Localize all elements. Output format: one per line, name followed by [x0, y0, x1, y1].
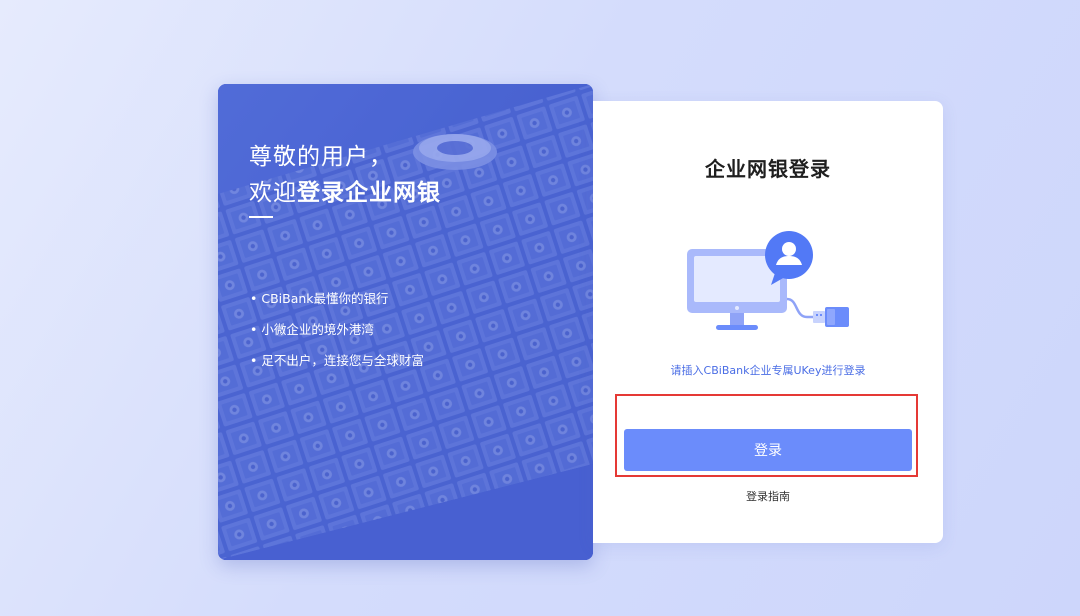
hero-divider [249, 216, 273, 218]
login-button[interactable]: 登录 [624, 429, 912, 471]
hero-greeting: 尊敬的用户， 欢迎登录企业网银 [249, 139, 441, 211]
monitor-ukey-icon [687, 231, 849, 330]
greeting-line1: 尊敬的用户， [249, 144, 393, 170]
login-guide: 登录指南 [593, 488, 943, 504]
hero-bullet: 足不出户，连接您与全球财富 [250, 352, 424, 383]
hero-bullet-list: CBiBank最懂你的银行 小微企业的境外港湾 足不出户，连接您与全球财富 [250, 290, 424, 383]
login-card: 企业网银登录 请插入CBiBank企业专属UKey进行登录 登录 登录指南 [593, 101, 943, 543]
greeting-prefix: 欢迎 [249, 180, 297, 206]
greeting-emphasis: 登录企业网银 [297, 180, 441, 206]
hero-bullet: 小微企业的境外港湾 [250, 321, 424, 352]
login-guide-link[interactable]: 登录指南 [746, 490, 790, 503]
greeting-line2: 欢迎登录企业网银 [249, 175, 441, 211]
ukey-hint: 请插入CBiBank企业专属UKey进行登录 [670, 364, 866, 377]
hero-panel: 尊敬的用户， 欢迎登录企业网银 CBiBank最懂你的银行 小微企业的境外港湾 … [218, 84, 593, 560]
hero-bullet: CBiBank最懂你的银行 [250, 290, 424, 321]
login-title: 企业网银登录 [705, 157, 831, 181]
